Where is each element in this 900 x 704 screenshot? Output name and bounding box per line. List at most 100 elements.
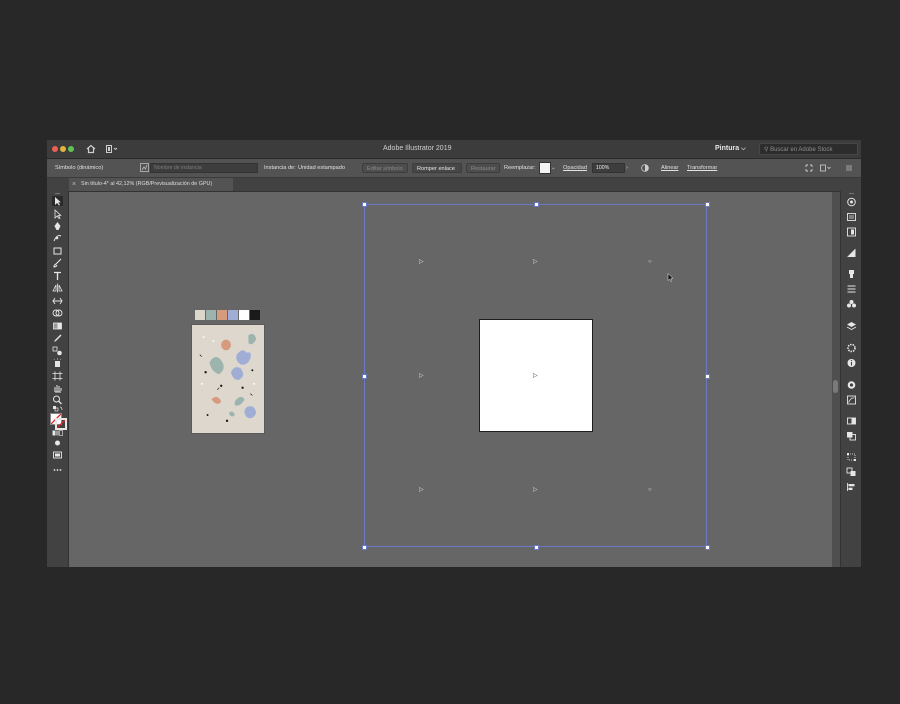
close-tab-icon[interactable]: × <box>72 178 76 191</box>
workspace-label: Pintura <box>715 145 740 152</box>
direct-selection-tool-icon[interactable] <box>52 209 63 219</box>
object-type-label: Símbolo (dinámico) <box>55 165 104 171</box>
palette-swatch <box>195 310 205 320</box>
resize-handle[interactable] <box>534 202 539 207</box>
curvature-tool-icon[interactable] <box>52 233 63 243</box>
brushes-icon[interactable] <box>846 269 857 279</box>
transform-icon[interactable] <box>846 452 857 462</box>
image-trace-icon[interactable] <box>846 395 857 405</box>
chevron-down-icon: ⌵ <box>741 146 746 152</box>
color-icon[interactable] <box>846 248 857 258</box>
color-guide-icon[interactable] <box>846 197 857 207</box>
palette-swatch <box>239 310 249 320</box>
blend-tool-icon[interactable] <box>52 346 63 356</box>
paintbrush-tool-icon[interactable] <box>52 258 63 268</box>
selection-tool-icon[interactable] <box>52 196 63 206</box>
symbol-sprayer-tool-icon[interactable] <box>52 358 63 368</box>
pathfinder-icon[interactable] <box>846 431 857 441</box>
default-fill-stroke-icon[interactable] <box>52 405 63 413</box>
pattern-tile-marker: ▷ <box>533 487 538 493</box>
instance-of-label: Instancia de: <box>264 165 296 171</box>
align-icon[interactable] <box>846 482 857 492</box>
search-icon: ⚲ <box>764 147 769 153</box>
application-window: Adobe Illustrator 2019 Pintura ⌵ ⚲ Busca… <box>47 140 861 567</box>
width-tool-icon[interactable] <box>52 296 63 306</box>
replace-symbol-swatch[interactable] <box>539 162 551 174</box>
recolor-artwork-icon[interactable] <box>641 164 649 172</box>
search-placeholder: Buscar en Adobe Stock <box>770 147 833 153</box>
appearance-icon[interactable] <box>846 343 857 353</box>
zoom-tool-icon[interactable] <box>52 395 63 405</box>
reset-button[interactable]: Restaurar <box>466 163 500 173</box>
resize-handle[interactable] <box>362 545 367 550</box>
document-tab[interactable]: × Sin título-4* al 42,12% (RGB/Previsual… <box>69 178 233 191</box>
zoom-window-button[interactable] <box>68 146 74 152</box>
isolate-selection-icon[interactable] <box>805 164 813 172</box>
break-link-button[interactable]: Romper enlace <box>412 163 462 173</box>
arrange-documents-icon[interactable] <box>106 145 118 153</box>
transform-link[interactable]: Transformar <box>687 159 717 177</box>
stroke-swatch[interactable] <box>55 418 67 430</box>
close-window-button[interactable] <box>52 146 58 152</box>
panel-grip <box>849 193 854 194</box>
workspace-switcher[interactable]: Pintura ⌵ <box>715 140 746 158</box>
graphic-styles-icon[interactable] <box>846 380 857 390</box>
vertical-scrollbar[interactable] <box>832 192 840 567</box>
color-mode-icons[interactable] <box>52 430 63 436</box>
symbols-icon[interactable] <box>846 299 857 309</box>
pattern-tile-marker: ▷ <box>419 259 424 265</box>
align-link[interactable]: Alinear <box>661 159 678 177</box>
screen-mode-icon[interactable] <box>52 451 63 459</box>
resize-handle[interactable] <box>534 545 539 550</box>
hand-tool-icon[interactable] <box>52 383 63 393</box>
home-icon[interactable] <box>86 144 96 154</box>
canvas-area[interactable]: ▷ ▷ ○ ▷ ▷ ▷ ▷ ○ <box>69 192 832 567</box>
artboard-tool-icon[interactable] <box>52 371 63 381</box>
resize-handle[interactable] <box>362 374 367 379</box>
type-tool-icon[interactable] <box>52 271 63 281</box>
info-icon[interactable] <box>846 358 857 368</box>
arrange-icon[interactable] <box>820 164 831 172</box>
chevron-down-icon[interactable]: ⌄ <box>551 159 556 177</box>
palette-swatch <box>228 310 238 320</box>
opacity-input[interactable]: 100% <box>592 163 625 173</box>
properties-icon[interactable] <box>846 212 857 222</box>
document-tab-label: Sin título-4* al 42,12% (RGB/Previsualiz… <box>81 181 213 187</box>
pen-tool-icon[interactable] <box>52 221 63 231</box>
chevron-right-icon[interactable]: › <box>626 159 628 177</box>
resize-handle[interactable] <box>705 374 710 379</box>
stroke-icon[interactable] <box>846 284 857 294</box>
minimize-window-button[interactable] <box>60 146 66 152</box>
draw-mode-icon[interactable] <box>52 439 63 447</box>
control-bar: Símbolo (dinámico) Nombre de instancia I… <box>47 159 861 178</box>
window-title: Adobe Illustrator 2019 <box>383 145 452 152</box>
symbol-icon <box>140 163 149 172</box>
pattern-tile-marker: ○ <box>648 487 652 493</box>
edit-symbol-button[interactable]: Editar símbolo <box>362 163 408 173</box>
reflect-tool-icon[interactable] <box>52 283 63 293</box>
pattern-tile-marker: ▷ <box>533 259 538 265</box>
opacity-link[interactable]: Opacidad <box>563 159 587 177</box>
center-point-marker: ▷ <box>533 373 538 379</box>
rectangle-tool-icon[interactable] <box>52 246 63 256</box>
control-bar-menu-icon[interactable] <box>845 164 853 172</box>
document-tab-bar: × Sin título-4* al 42,12% (RGB/Previsual… <box>47 178 861 192</box>
instance-name-input[interactable]: Nombre de instancia <box>150 163 258 173</box>
more-tools-icon[interactable] <box>52 467 63 473</box>
scrollbar-thumb[interactable] <box>833 380 838 393</box>
resize-handle[interactable] <box>705 202 710 207</box>
resize-handle[interactable] <box>362 202 367 207</box>
eyedropper-tool-icon[interactable] <box>52 333 63 343</box>
libraries-icon[interactable] <box>846 227 857 237</box>
mouse-cursor-icon <box>667 273 674 282</box>
transparency-icon[interactable] <box>846 416 857 426</box>
title-bar: Adobe Illustrator 2019 Pintura ⌵ ⚲ Busca… <box>47 140 861 159</box>
tools-panel <box>47 191 69 567</box>
artboards-icon[interactable] <box>846 467 857 477</box>
resize-handle[interactable] <box>705 545 710 550</box>
instance-of-value: Unidad estampado <box>298 165 345 171</box>
shape-builder-tool-icon[interactable] <box>52 308 63 318</box>
gradient-tool-icon[interactable] <box>52 321 63 331</box>
layers-icon[interactable] <box>846 321 857 331</box>
stock-search-input[interactable]: ⚲ Buscar en Adobe Stock <box>759 143 858 155</box>
